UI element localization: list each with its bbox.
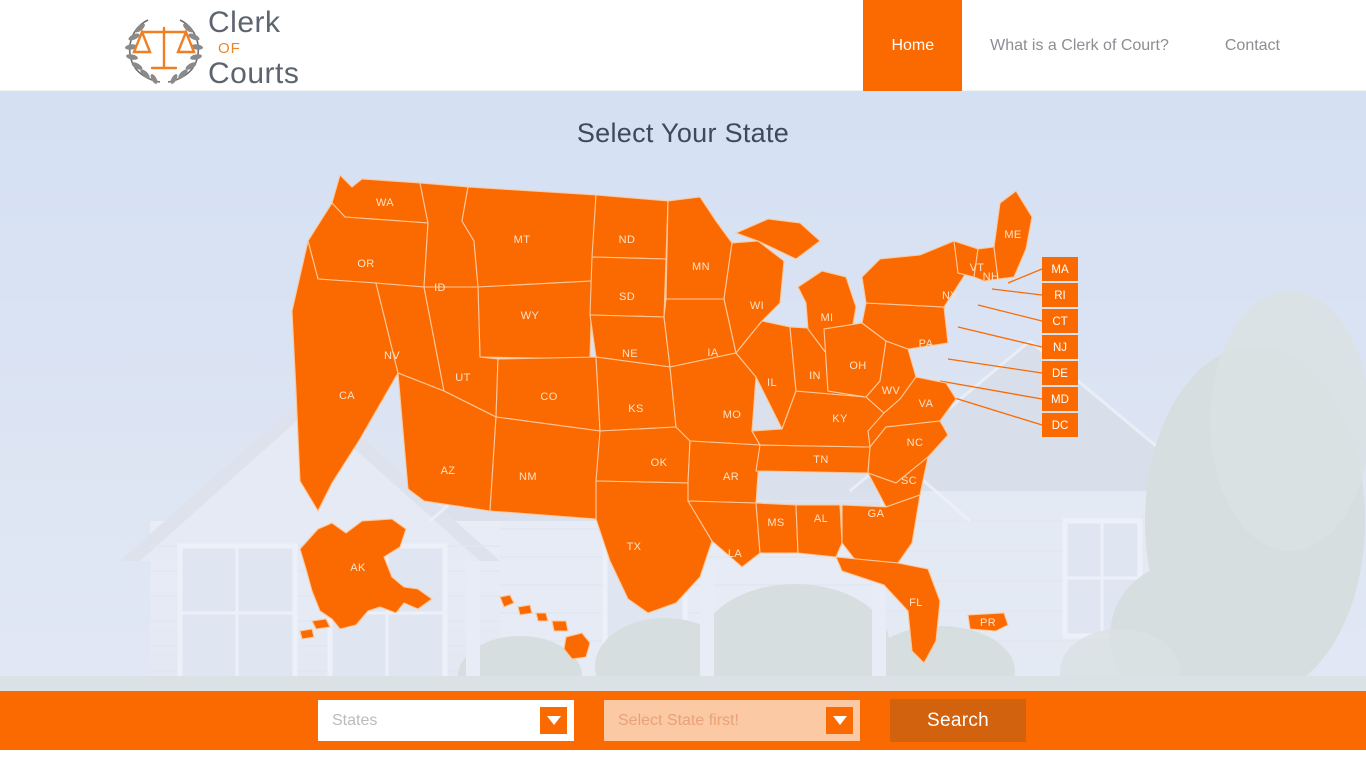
state-ok: [595, 426, 691, 484]
page-title: Select Your State: [576, 118, 790, 148]
state-hi-inset[interactable]: [499, 594, 591, 660]
state-hi-island-4: [551, 620, 569, 632]
hero-section: Select Your State WA OR CA NV ID MT WY U…: [0, 91, 1366, 691]
state-mn: [665, 196, 733, 300]
callout-ma[interactable]: MA: [1042, 257, 1078, 281]
chevron-down-icon[interactable]: [540, 707, 567, 734]
callout-ri[interactable]: RI: [1042, 283, 1078, 307]
state-ms: [755, 502, 799, 554]
state-mt: [461, 186, 597, 288]
state-hi-island-2: [517, 604, 533, 616]
site-header: Clerk OF Courts Home What is a Clerk of …: [0, 0, 1366, 91]
state-nm: [489, 416, 601, 520]
nav-item-what-is-a-clerk-of-court[interactable]: What is a Clerk of Court?: [962, 0, 1197, 91]
search-bar: States Select State first! Search: [0, 691, 1366, 750]
state-ak-aleutians-1: [311, 618, 331, 630]
state-callout-boxes[interactable]: MA RI CT NJ DE MD DC: [1042, 257, 1078, 437]
nav-item-contact[interactable]: Contact: [1197, 0, 1366, 91]
callout-nj[interactable]: NJ: [1042, 335, 1078, 359]
state-mo: [669, 352, 761, 446]
territory-pr-inset[interactable]: PR: [967, 612, 1009, 632]
state-ak-inset[interactable]: AK: [299, 518, 433, 640]
nav-item-home[interactable]: Home: [863, 0, 963, 91]
triangle-glyph: [546, 716, 561, 725]
state-wa: [331, 173, 429, 224]
callout-md[interactable]: MD: [1042, 387, 1078, 411]
state-tn: [755, 444, 871, 474]
footer-strip: [0, 750, 1366, 768]
scales-of-justice-laurel-icon: [125, 18, 203, 84]
state-ga: [841, 494, 921, 564]
state-ks: [595, 356, 677, 432]
main-navigation: Home What is a Clerk of Court? Contact: [863, 0, 1366, 91]
us-map-svg: WA OR CA NV ID MT WY UT AZ CO NM ND SD N…: [291, 173, 1078, 664]
state-wy: [477, 280, 593, 360]
state-fl: [835, 556, 941, 664]
search-button[interactable]: Search: [890, 699, 1026, 742]
us-state-map: WA OR CA NV ID MT WY UT AZ CO NM ND SD N…: [0, 91, 1366, 691]
search-controls: States Select State first! Search: [318, 699, 1026, 742]
logo-line-courts: Courts: [208, 57, 300, 90]
state-ak: [299, 518, 433, 630]
logo-line-clerk: Clerk: [208, 6, 281, 39]
site-logo[interactable]: Clerk OF Courts: [118, 6, 299, 89]
callout-ct[interactable]: CT: [1042, 309, 1078, 333]
logo-line-of: OF: [218, 40, 241, 57]
state-hi-island-1: [499, 594, 515, 608]
state-select[interactable]: States: [318, 700, 574, 741]
state-nd: [591, 194, 669, 260]
state-ar: [687, 440, 761, 504]
state-select-value: States: [332, 711, 378, 729]
logo-wordmark: Clerk OF Courts: [208, 6, 299, 89]
chevron-down-icon-secondary[interactable]: [826, 707, 853, 734]
state-al: [795, 504, 843, 558]
triangle-glyph-secondary: [832, 716, 847, 725]
callout-dc[interactable]: DC: [1042, 413, 1078, 437]
county-select-value: Select State first!: [618, 711, 739, 729]
state-hi-island-3: [535, 612, 549, 622]
state-me: [993, 190, 1033, 280]
state-hi-island-big: [563, 632, 591, 660]
callout-de[interactable]: DE: [1042, 361, 1078, 385]
page-root: Clerk OF Courts Home What is a Clerk of …: [0, 0, 1366, 768]
state-ak-aleutians-2: [299, 628, 315, 640]
state-sd: [589, 256, 667, 318]
territory-pr: [967, 612, 1009, 632]
county-select[interactable]: Select State first!: [604, 700, 860, 741]
